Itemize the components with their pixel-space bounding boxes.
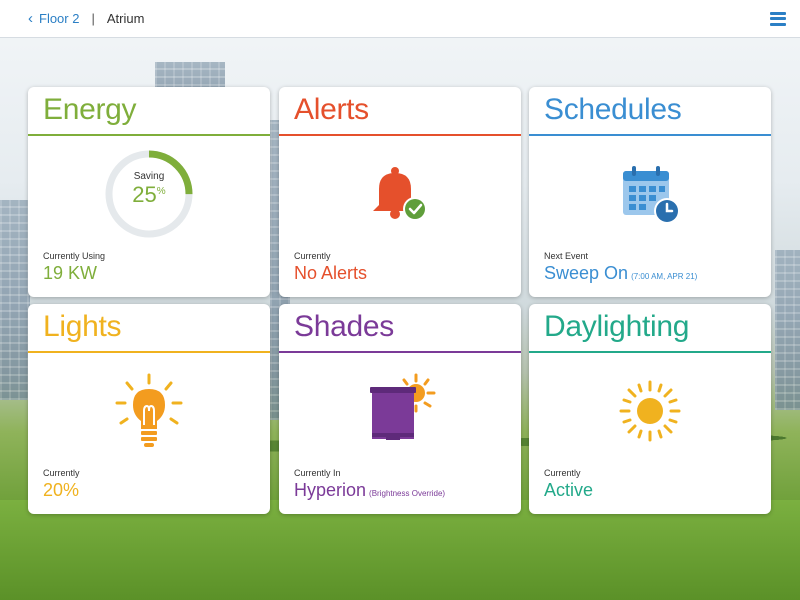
bell-check-icon: [373, 167, 427, 221]
page-title: Atrium: [106, 11, 145, 26]
lights-tile[interactable]: Lights Currently 20%: [28, 304, 270, 514]
energy-caption: Currently Using: [43, 251, 106, 261]
alerts-title: Alerts: [294, 93, 369, 126]
top-bar: ‹ Floor 2 | Atrium: [0, 0, 800, 38]
saving-gauge: Saving 25%: [104, 149, 194, 239]
saving-unit: %: [156, 186, 166, 197]
schedules-caption: Next Event: [544, 251, 589, 261]
energy-title: Energy: [43, 93, 137, 126]
shade-sun-icon: [370, 373, 436, 440]
daylighting-tile[interactable]: Daylighting Currently Active: [529, 304, 771, 514]
shades-detail: (Brightness Override): [369, 489, 446, 498]
saving-label: Saving: [133, 171, 165, 182]
back-button[interactable]: ‹ Floor 2: [28, 11, 79, 26]
schedules-tile[interactable]: Schedules Next Event Sweep On (7:00 AM, A…: [529, 87, 771, 297]
alerts-tile[interactable]: Alerts Currently No Alerts: [279, 87, 521, 297]
lightbulb-icon: [115, 373, 183, 447]
daylighting-title: Daylighting: [544, 310, 690, 343]
schedules-value-wrap: Sweep On (7:00 AM, APR 21): [544, 263, 697, 284]
energy-tile[interactable]: Energy Saving 25% Currently Using 19 KW: [28, 87, 270, 297]
chevron-left-icon: ‹: [28, 10, 33, 27]
sun-icon: [619, 380, 681, 442]
schedules-value: Sweep On: [544, 263, 629, 283]
breadcrumb-separator: |: [91, 11, 95, 26]
shades-tile[interactable]: Shades Currently In Hyperion (Brightness …: [279, 304, 521, 514]
calendar-clock-icon: [623, 166, 680, 224]
saving-value: 25: [132, 182, 157, 207]
lights-title: Lights: [43, 310, 122, 343]
shades-caption: Currently In: [294, 468, 341, 478]
alerts-caption: Currently: [294, 251, 331, 261]
energy-value: 19 KW: [43, 263, 98, 283]
alerts-value: No Alerts: [294, 263, 368, 283]
back-label: Floor 2: [39, 11, 80, 26]
hamburger-menu-icon[interactable]: [770, 11, 786, 26]
schedules-detail: (7:00 AM, APR 21): [631, 272, 698, 281]
daylighting-value: Active: [544, 480, 594, 500]
shades-title: Shades: [294, 310, 394, 343]
lights-value: 20%: [43, 480, 80, 500]
daylighting-caption: Currently: [544, 468, 581, 478]
schedules-title: Schedules: [544, 93, 682, 126]
lights-caption: Currently: [43, 468, 80, 478]
shades-value: Hyperion: [294, 480, 367, 500]
shades-value-wrap: Hyperion (Brightness Override): [294, 480, 445, 501]
